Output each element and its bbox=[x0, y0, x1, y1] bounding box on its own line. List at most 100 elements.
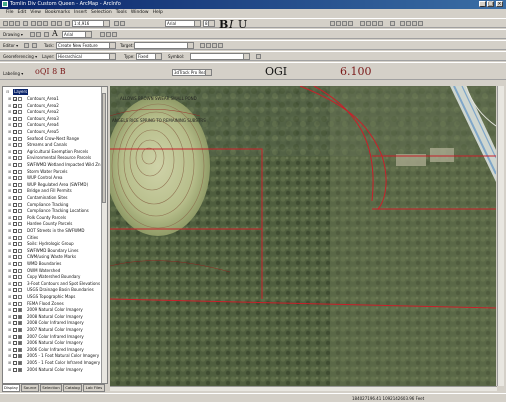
expand-icon[interactable]: ⊞ bbox=[8, 347, 11, 352]
expand-icon[interactable]: ⊞ bbox=[8, 328, 11, 332]
layer-visibility-checkbox[interactable] bbox=[13, 248, 17, 253]
toc-layer-row[interactable]: ⊞ 2005 - 1 Foot Natural Color Imagery bbox=[3, 353, 107, 359]
layer-name[interactable]: USGS Drainage Basin Boundaries bbox=[27, 287, 94, 293]
layer-visibility-checkbox[interactable] bbox=[13, 328, 17, 332]
maximize-button[interactable]: □ bbox=[487, 1, 494, 7]
tab-catalog[interactable]: Catalog bbox=[63, 384, 82, 392]
toc-layer-row[interactable]: ⊞ 3-Foot Contours and Spot Elevations bbox=[3, 281, 107, 287]
expand-icon[interactable]: ⊞ bbox=[8, 97, 11, 101]
toc-layer-row[interactable]: ⊞ 2007 Natural Color Imagery bbox=[3, 327, 107, 333]
layer-visibility-checkbox[interactable] bbox=[13, 308, 17, 313]
toc-root[interactable]: ⊟ Layers bbox=[3, 89, 107, 95]
toc-layer-row[interactable]: ⊞ Soils: Hydrologic Group bbox=[3, 241, 107, 247]
layer-name[interactable]: 2006 Color Infrared Imagery bbox=[27, 347, 84, 353]
expand-icon[interactable]: ⊞ bbox=[8, 275, 11, 279]
layer-visibility-checkbox[interactable] bbox=[13, 255, 17, 260]
layer-visibility-checkbox[interactable] bbox=[13, 235, 17, 240]
layer-visibility-checkbox[interactable]: ✓ bbox=[13, 103, 17, 108]
layer-visibility-checkbox[interactable] bbox=[13, 143, 17, 148]
expand-icon[interactable]: ⊞ bbox=[8, 130, 11, 134]
add-data-icon[interactable] bbox=[65, 21, 70, 26]
select-features-icon[interactable] bbox=[360, 21, 365, 26]
task-dropdown[interactable]: Create New Feature bbox=[56, 42, 116, 49]
layer-name[interactable]: Bridge and Fill Permits bbox=[27, 188, 72, 194]
expand-icon[interactable]: ⊞ bbox=[8, 281, 11, 286]
toc-layer-row[interactable]: ⊞ FEMA Flood Zones bbox=[3, 301, 107, 307]
toc-layer-row[interactable]: ⊞ Polk County Parcels bbox=[3, 215, 107, 221]
expand-icon[interactable]: ⊞ bbox=[8, 321, 11, 325]
layer-visibility-checkbox[interactable] bbox=[13, 268, 17, 273]
layer-name[interactable]: OWM Watershed bbox=[27, 268, 60, 274]
layer-visibility-checkbox[interactable] bbox=[13, 354, 17, 359]
drawing-menu[interactable]: Drawing ▾ bbox=[3, 32, 23, 37]
menu-bookmarks[interactable]: Bookmarks bbox=[43, 9, 72, 17]
toc-layer-row[interactable]: ⊞ Seafood Crow-Nest Range bbox=[3, 136, 107, 142]
fixed-zoom-out-icon[interactable] bbox=[406, 21, 411, 26]
toc-layer-row[interactable]: ⊞ Contours_Area3 bbox=[3, 116, 107, 122]
menu-view[interactable]: View bbox=[28, 9, 43, 17]
tracking-dropdown[interactable]: 3dTrack Pro Ready bbox=[172, 69, 212, 76]
expand-icon[interactable]: ⊞ bbox=[8, 202, 11, 207]
toc-layer-row[interactable]: ⊞ WUP Control Area bbox=[3, 175, 107, 181]
toc-layer-row[interactable]: ⊞ WUP Regulated Area (SWFMD) bbox=[3, 182, 107, 188]
layer-name[interactable]: Contours_Area5 bbox=[27, 129, 59, 135]
layer-visibility-checkbox[interactable]: ✓ bbox=[13, 110, 17, 115]
pan-icon[interactable] bbox=[342, 21, 347, 26]
layer-name[interactable]: 3-Foot Contours and Spot Elevations bbox=[27, 281, 100, 287]
toc-layer-row[interactable]: ⊞ 2004 Natural Color Imagery bbox=[3, 367, 107, 373]
measure-icon[interactable] bbox=[378, 21, 383, 26]
layer-visibility-checkbox[interactable] bbox=[13, 149, 17, 154]
expand-icon[interactable]: ⊞ bbox=[8, 215, 11, 220]
toc-layer-row[interactable]: ⊞ OWM Watershed bbox=[3, 268, 107, 274]
toc-layer-row[interactable]: ⊞ SWFWMD Wetland Impacted Wild Zn bbox=[3, 162, 107, 168]
drawing-font-dropdown[interactable]: Arial bbox=[62, 31, 92, 38]
expand-icon[interactable]: ⊞ bbox=[8, 334, 11, 339]
map-view[interactable]: ALLOWS BROWN SWEAR SMALL POND ANGELS RIC… bbox=[110, 86, 496, 386]
find-icon[interactable] bbox=[372, 21, 377, 26]
layer-visibility-checkbox[interactable] bbox=[13, 281, 17, 286]
layer-name[interactable]: 2008 Natural Color Imagery bbox=[27, 314, 83, 320]
toc-layer-row[interactable]: ⊞ 2008 Color Infrared Imagery bbox=[3, 320, 107, 326]
fixed-zoom-in-icon[interactable] bbox=[400, 21, 405, 26]
full-extent-icon[interactable] bbox=[348, 21, 353, 26]
attributes-icon[interactable] bbox=[212, 43, 217, 48]
toc-layer-row[interactable]: ⊞ Environmental Resource Parcels bbox=[3, 155, 107, 161]
toc-layer-row[interactable]: ⊞ Contours_Area5 bbox=[3, 129, 107, 135]
toc-layer-row[interactable]: ⊞ Streams and Canals bbox=[3, 142, 107, 148]
menu-tools[interactable]: Tools bbox=[114, 9, 129, 17]
rotate-tool-icon[interactable] bbox=[206, 43, 211, 48]
paste-icon[interactable] bbox=[43, 21, 48, 26]
layer-visibility-checkbox[interactable] bbox=[13, 334, 17, 339]
expand-icon[interactable]: ⊞ bbox=[8, 308, 11, 312]
toc-layer-row[interactable]: ⊞ Copy Watershed Boundary bbox=[3, 274, 107, 280]
expand-icon[interactable]: ⊞ bbox=[8, 182, 11, 187]
font-color-icon[interactable] bbox=[112, 32, 117, 37]
toc-layer-row[interactable]: ⊞ ✓ Contours_Area1 bbox=[3, 96, 107, 102]
toc-layer-row[interactable]: ⊞ Compliance Tracking bbox=[3, 202, 107, 208]
layer-visibility-checkbox[interactable] bbox=[13, 288, 17, 293]
toc-scrollbar-thumb[interactable] bbox=[102, 93, 106, 203]
layer-visibility-checkbox[interactable] bbox=[13, 189, 17, 194]
layer-visibility-checkbox[interactable] bbox=[13, 156, 17, 161]
label-glyphs[interactable]: oQI 8 B bbox=[35, 67, 66, 77]
layer-name[interactable]: WMD Boundaries bbox=[27, 261, 61, 267]
toc-root-label[interactable]: Layers bbox=[13, 89, 29, 95]
layer-name[interactable]: Contours_Area2 bbox=[27, 103, 59, 109]
line-color-icon[interactable] bbox=[106, 32, 111, 37]
layer-name[interactable]: USGS Topographic Maps bbox=[27, 294, 75, 300]
layer-name[interactable]: Environmental Resource Parcels bbox=[27, 155, 91, 161]
undo-icon[interactable] bbox=[51, 21, 56, 26]
layer-name[interactable]: Compliance Tracking Locations bbox=[27, 208, 89, 214]
rectangle-icon[interactable] bbox=[44, 32, 49, 37]
expand-icon[interactable]: ⊞ bbox=[8, 196, 11, 200]
toc-layer-row[interactable]: ⊞ 2009 Natural Color Imagery bbox=[3, 307, 107, 313]
toc-layer-row[interactable]: ⊞ CWM/using Waste Marks bbox=[3, 254, 107, 260]
menu-selection[interactable]: Selection bbox=[89, 9, 114, 17]
font-size-dropdown[interactable]: 8 bbox=[203, 20, 215, 27]
layer-name[interactable]: FEMA Flood Zones bbox=[27, 301, 64, 307]
editor-toolbar-icon[interactable] bbox=[114, 21, 119, 26]
arctoolbox-icon[interactable] bbox=[120, 21, 125, 26]
sketch-tool-icon[interactable] bbox=[32, 43, 37, 48]
expand-icon[interactable]: ⊞ bbox=[8, 301, 11, 306]
toc-scrollbar[interactable] bbox=[101, 87, 107, 383]
